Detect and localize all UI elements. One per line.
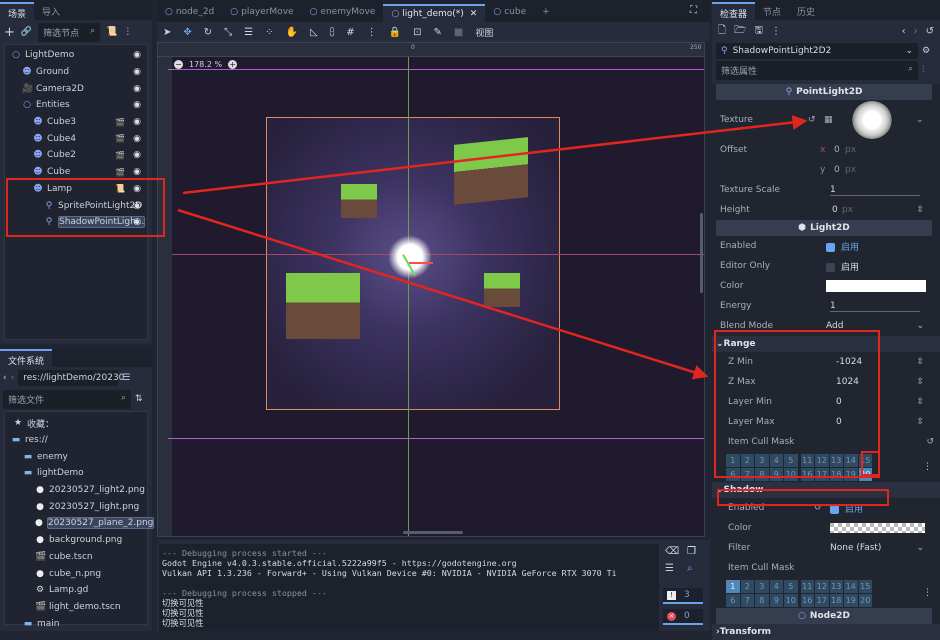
- annotation-arrows: [177, 114, 808, 380]
- annotation-arrow-texture: [182, 114, 808, 195]
- annotation-arrow-range: [177, 208, 709, 380]
